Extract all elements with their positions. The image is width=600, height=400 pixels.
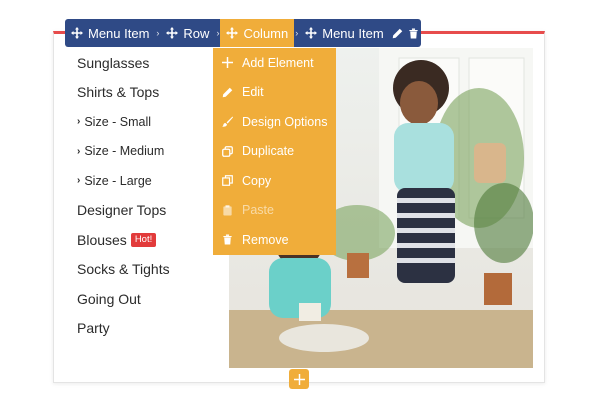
plus-icon xyxy=(222,57,233,69)
crumb-label: Column xyxy=(243,25,289,41)
chevron-right-icon: › xyxy=(295,28,299,38)
plus-icon xyxy=(293,373,305,385)
duplicate-icon xyxy=(222,145,233,157)
menu-item-label: Shirts & Tops xyxy=(77,84,160,101)
add-element-menu-item[interactable]: Add Element xyxy=(213,48,336,78)
menu-item-label: Socks & Tights xyxy=(77,261,170,278)
chevron-right-icon: › xyxy=(216,28,220,38)
menu-item-label: Add Element xyxy=(242,55,314,70)
trash-icon xyxy=(223,234,232,245)
menu-item-size-small[interactable]: › Size - Small xyxy=(77,107,217,137)
menu-item-size-large[interactable]: › Size - Large xyxy=(77,166,217,196)
edit-menu-item[interactable]: Edit xyxy=(213,78,336,108)
menu-item-label: Paste xyxy=(242,203,274,218)
chevron-right-icon: › xyxy=(77,116,81,128)
menu-item-label: Remove xyxy=(242,232,289,247)
element-breadcrumb-toolbar: Menu Item › Row › Column › Menu Item xyxy=(65,19,421,47)
brush-icon xyxy=(222,116,233,128)
crumb-label: Menu Item xyxy=(88,25,150,41)
menu-item-label: Designer Tops xyxy=(77,202,167,219)
menu-item-label: Design Options xyxy=(242,114,328,129)
column-context-menu: Add Element Edit Design Options Duplicat… xyxy=(213,48,336,255)
menu-item-label: Size - Small xyxy=(84,114,152,129)
pencil-icon xyxy=(392,28,403,38)
menu-item-party[interactable]: Party xyxy=(77,314,217,344)
paste-menu-item[interactable]: Paste xyxy=(213,196,336,226)
paste-icon xyxy=(223,205,232,216)
add-row-button[interactable] xyxy=(289,369,309,389)
delete-button[interactable] xyxy=(405,19,421,47)
menu-item-label: Size - Large xyxy=(84,173,152,188)
menu-item-label: Party xyxy=(77,320,110,337)
menu-item-blouses[interactable]: Blouses Hot! xyxy=(77,225,217,255)
menu-item-designer-tops[interactable]: Designer Tops xyxy=(77,196,217,226)
crumb-menu-item[interactable]: Menu Item xyxy=(65,19,155,47)
copy-menu-item[interactable]: Copy xyxy=(213,166,336,196)
menu-item-socks-tights[interactable]: Socks & Tights xyxy=(77,255,217,285)
menu-item-label: Size - Medium xyxy=(84,144,165,159)
edit-button[interactable] xyxy=(390,19,406,47)
move-icon xyxy=(71,27,83,39)
move-icon xyxy=(305,27,318,39)
design-options-menu-item[interactable]: Design Options xyxy=(213,107,336,137)
crumb-menu-item-2[interactable]: Menu Item xyxy=(299,19,389,47)
crumb-column[interactable]: Column xyxy=(220,19,295,47)
duplicate-menu-item[interactable]: Duplicate xyxy=(213,137,336,167)
menu-item-label: Blouses xyxy=(77,231,127,248)
crumb-row[interactable]: Row xyxy=(160,19,215,47)
chevron-right-icon: › xyxy=(77,175,81,187)
move-icon xyxy=(166,27,179,39)
menu-item-sunglasses[interactable]: Sunglasses xyxy=(77,48,217,78)
chevron-right-icon: › xyxy=(156,28,160,38)
copy-icon xyxy=(222,175,233,187)
menu-item-shirts-tops[interactable]: Shirts & Tops xyxy=(77,78,217,108)
remove-menu-item[interactable]: Remove xyxy=(213,225,336,255)
menu-item-label: Sunglasses xyxy=(77,54,150,71)
move-icon xyxy=(226,27,239,39)
trash-icon xyxy=(409,28,418,38)
menu-item-label: Going Out xyxy=(77,290,141,307)
category-menu: Sunglasses Shirts & Tops › Size - Small ›… xyxy=(77,48,217,343)
pencil-icon xyxy=(222,87,233,98)
menu-item-label: Duplicate xyxy=(242,144,295,159)
menu-item-label: Edit xyxy=(242,85,264,100)
chevron-right-icon: › xyxy=(77,145,81,157)
crumb-label: Row xyxy=(183,25,210,41)
hot-badge: Hot! xyxy=(130,233,157,247)
menu-item-going-out[interactable]: Going Out xyxy=(77,284,217,314)
crumb-label: Menu Item xyxy=(322,25,384,41)
menu-item-label: Copy xyxy=(242,173,272,188)
menu-item-size-medium[interactable]: › Size - Medium xyxy=(77,137,217,167)
